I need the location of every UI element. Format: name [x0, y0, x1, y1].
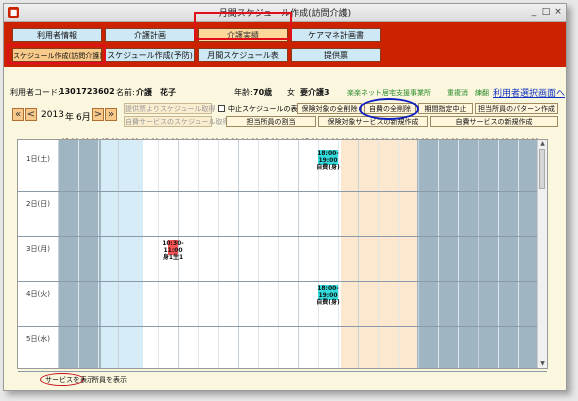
care-manager: 重複消 練翻	[447, 89, 489, 97]
hour-gridline	[158, 140, 159, 368]
hour-gridline	[358, 140, 359, 368]
day-label: 3日(月)	[26, 245, 50, 253]
care-office: 楽楽ネット居宅支援事業所	[347, 89, 431, 97]
scroll-down-icon[interactable]: ▼	[538, 360, 547, 368]
hour-gridline	[438, 140, 439, 368]
hour-gridline	[378, 140, 379, 368]
vertical-scrollbar[interactable]: ▲ ▼	[537, 140, 547, 368]
day-separator	[18, 191, 547, 192]
user-age-value: 70歳	[253, 88, 273, 97]
schedule-entry-label: 自費(身)	[316, 164, 340, 171]
menu-schedule-prevention-button[interactable]: スケジュール作成(予防)	[105, 48, 195, 62]
hour-gridline	[98, 140, 99, 368]
menu-user-info-button[interactable]: 利用者情報	[12, 28, 102, 42]
hour-gridline	[318, 140, 319, 368]
hour-gridline	[418, 140, 419, 368]
show-stopped-label: 中止スケジュールの表示	[228, 105, 305, 113]
day-separator	[18, 236, 547, 237]
schedule-entry-time: 10:30-11:00	[162, 240, 184, 254]
user-age-label: 年齢:	[234, 88, 253, 97]
hour-gridline	[198, 140, 199, 368]
day-label: 2日(日)	[26, 200, 50, 208]
day-label: 5日(水)	[26, 335, 50, 343]
day-separator	[18, 371, 547, 372]
show-stopped-checkbox[interactable]	[218, 105, 225, 112]
hour-gridline	[478, 140, 479, 368]
hour-gridline	[58, 140, 59, 368]
hour-gridline	[498, 140, 499, 368]
day-label: 4日(火)	[26, 290, 50, 298]
user-code-label: 利用者コード:	[10, 88, 61, 97]
hour-gridline	[258, 140, 259, 368]
hour-gridline	[78, 140, 79, 368]
user-name-value: 介護 花子	[136, 88, 176, 97]
user-name-label: 名前:	[116, 88, 135, 97]
schedule-entry-label: 自費(身)	[316, 299, 340, 306]
zone-evening	[341, 140, 417, 368]
delete-all-insurance-button[interactable]: 保険対象の全削除	[297, 103, 362, 114]
highlight-care-results	[194, 12, 292, 40]
user-select-link[interactable]: 利用者選択画面へ	[493, 86, 565, 99]
day-separator	[18, 326, 547, 327]
schedule-entry-time: 18:00-19:00	[317, 150, 339, 164]
menu-monthly-schedule-button[interactable]: 月間スケジュール表	[198, 48, 288, 62]
prev-month-button[interactable]: <	[25, 108, 37, 121]
year-unit: 年	[65, 113, 75, 123]
hour-gridline	[458, 140, 459, 368]
day-label: 1日(土)	[26, 155, 50, 163]
menu-caremanager-plan-button[interactable]: ケアマネ計画書	[291, 28, 381, 42]
staff-pattern-create-button[interactable]: 担当所員のパターン作成	[475, 103, 558, 114]
next-year-button[interactable]: »	[105, 108, 117, 121]
self-pay-new-button[interactable]: 自費サービスの新規作成	[430, 116, 558, 127]
menu-care-plan-button[interactable]: 介護計画	[105, 28, 195, 42]
user-info-row: 利用者コード: 1301723602 名前: 介護 花子 年齢: 70歳 女 要…	[4, 87, 566, 99]
period-stop-button[interactable]: 期間指定中止	[418, 103, 473, 114]
hour-gridline	[238, 140, 239, 368]
schedule-entry[interactable]: 10:30-11:00 身1生1	[162, 240, 184, 261]
show-staff-toggle[interactable]: 所員を表示	[92, 375, 127, 385]
minimize-button[interactable]: _	[529, 7, 539, 17]
hour-gridline	[138, 140, 139, 368]
close-button[interactable]: ×	[553, 7, 563, 17]
month-value: 6月	[76, 113, 91, 123]
app-window: ■ 月間スケジュール作成(訪問介護) _ □ × 利用者情報 介護計画 介護実績…	[3, 3, 567, 391]
footer: サービスを表示 所員を表示	[4, 373, 566, 387]
staff-assign-button[interactable]: 担当所員の割当	[226, 116, 316, 127]
hour-gridline	[398, 140, 399, 368]
hour-gridline	[518, 140, 519, 368]
year-value: 2013	[41, 110, 64, 120]
schedule-entry-time: 18:00-19:00	[317, 285, 339, 299]
hour-gridline	[338, 140, 339, 368]
get-from-slip-button[interactable]: 提供票よりスケジュール取得	[124, 103, 215, 114]
user-sex: 女	[287, 88, 295, 97]
user-code-value: 1301723602	[59, 87, 115, 96]
schedule-entry[interactable]: 18:00-19:00 自費(身)	[312, 150, 344, 171]
day-separator	[18, 281, 547, 282]
next-month-button[interactable]: >	[92, 108, 104, 121]
maximize-button[interactable]: □	[541, 7, 551, 17]
show-services-toggle[interactable]: サービスを表示	[45, 375, 94, 385]
hour-gridline	[118, 140, 119, 368]
schedule-entry-label: 身1生1	[162, 254, 184, 261]
schedule-entry[interactable]: 18:00-19:00 自費(身)	[312, 285, 344, 306]
scroll-up-icon[interactable]: ▲	[538, 140, 547, 148]
schedule-grid: 1日(土) 2日(日) 3日(月) 4日(火) 5日(水) 18:00-19:00 自費(身…	[17, 139, 548, 372]
scroll-thumb[interactable]	[539, 149, 545, 189]
highlight-schedule-visit	[7, 44, 106, 64]
highlight-self-pay-delete	[359, 98, 419, 120]
zone-morning	[101, 140, 143, 368]
get-self-pay-schedule-button[interactable]: 自費サービスのスケジュール取得	[124, 116, 230, 127]
user-care-level: 要介護3	[300, 88, 330, 97]
hour-gridline	[298, 140, 299, 368]
prev-year-button[interactable]: «	[12, 108, 24, 121]
zone-early-morning	[58, 140, 101, 368]
hour-gridline	[218, 140, 219, 368]
hour-gridline	[278, 140, 279, 368]
menu-provision-slip-button[interactable]: 提供票	[291, 48, 381, 62]
